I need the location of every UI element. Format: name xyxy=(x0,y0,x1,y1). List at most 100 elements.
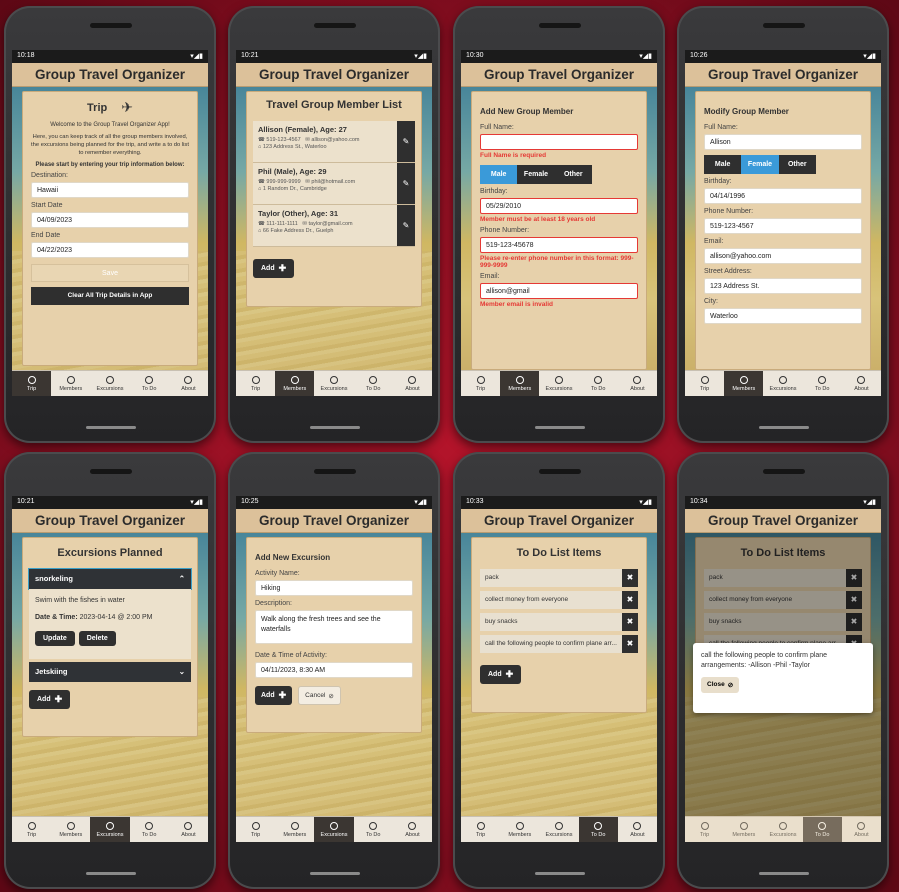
start-date-label: Start Date xyxy=(31,202,63,210)
app-title: Group Travel Organizer xyxy=(236,63,432,87)
gender-male[interactable]: Male xyxy=(704,155,742,174)
edit-member-button[interactable]: ✎ xyxy=(397,121,415,162)
gender-other[interactable]: Other xyxy=(554,165,592,184)
tab-trip[interactable]: Trip xyxy=(236,817,275,842)
excursion-header[interactable]: Jetskiing ⌄ xyxy=(29,662,191,682)
todo-icon xyxy=(145,821,154,830)
delete-button[interactable]: Delete xyxy=(78,631,116,646)
cancel-button[interactable]: Cancel ⊘ xyxy=(298,686,341,705)
add-todo-button[interactable]: Add ✚ xyxy=(480,665,522,684)
page-title: Trip xyxy=(87,101,108,114)
street-input[interactable]: 123 Address St. xyxy=(704,278,862,294)
add-member-button[interactable]: Add ✚ xyxy=(253,259,295,278)
tab-members[interactable]: Members xyxy=(724,817,763,842)
background: To Do List Items pack ✖ collect money fro… xyxy=(461,533,657,816)
tab-excursions[interactable]: Excursions xyxy=(90,371,129,396)
tab-todo[interactable]: To Do xyxy=(130,817,169,842)
tab-excursions[interactable]: Excursions xyxy=(539,371,578,396)
tab-members[interactable]: Members xyxy=(724,371,764,396)
add-excursion-button[interactable]: Add ✚ xyxy=(29,690,71,709)
tab-about[interactable]: About xyxy=(393,817,432,842)
tab-todo[interactable]: To Do xyxy=(354,371,393,396)
tab-label: Members xyxy=(59,385,83,392)
tab-label: Excursions xyxy=(545,385,573,392)
tab-about[interactable]: About xyxy=(169,817,208,842)
tab-members[interactable]: Members xyxy=(275,817,314,842)
email-input[interactable]: allison@gmail xyxy=(480,283,638,299)
tab-members[interactable]: Members xyxy=(500,371,540,396)
screen: 10:21 ▾◢▮ Group Travel Organizer Travel G… xyxy=(236,50,432,396)
birthday-input[interactable]: 04/14/1996 xyxy=(704,188,862,204)
tab-trip[interactable]: Trip xyxy=(685,817,724,842)
city-input[interactable]: Waterloo xyxy=(704,308,862,324)
tab-todo[interactable]: To Do xyxy=(354,817,393,842)
delete-todo-button[interactable]: ✖ xyxy=(622,613,638,631)
tab-about[interactable]: About xyxy=(842,817,881,842)
gender-female[interactable]: Female xyxy=(517,165,555,184)
clock: 10:21 xyxy=(241,52,259,59)
todo-item[interactable]: call the following people to confirm pla… xyxy=(480,635,638,653)
tab-excursions[interactable]: Excursions xyxy=(763,371,802,396)
tab-excursions[interactable]: Excursions xyxy=(314,817,354,842)
gender-other[interactable]: Other xyxy=(778,155,816,174)
fullname-input[interactable] xyxy=(480,134,638,150)
tab-about[interactable]: About xyxy=(842,371,881,396)
tab-about[interactable]: About xyxy=(169,371,208,396)
plus-icon: ✚ xyxy=(278,263,287,273)
tab-trip[interactable]: Trip xyxy=(236,371,275,396)
tab-excursions[interactable]: Excursions xyxy=(763,817,802,842)
update-button[interactable]: Update xyxy=(35,631,75,646)
edit-member-button[interactable]: ✎ xyxy=(397,163,415,204)
delete-todo-button[interactable]: ✖ xyxy=(622,635,638,653)
save-button[interactable]: Save xyxy=(31,264,189,283)
tab-trip[interactable]: Trip xyxy=(12,817,51,842)
edit-member-button[interactable]: ✎ xyxy=(397,205,415,246)
tab-excursions[interactable]: Excursions xyxy=(314,371,353,396)
tab-todo[interactable]: To Do xyxy=(803,371,842,396)
birthday-input[interactable]: 05/29/2010 xyxy=(480,198,638,214)
close-button[interactable]: Close ⊘ xyxy=(701,676,740,693)
tab-todo[interactable]: To Do xyxy=(130,371,169,396)
phone-input[interactable]: 519-123-4567 xyxy=(704,218,862,234)
delete-todo-button[interactable]: ✖ xyxy=(622,591,638,609)
intro-text: Here, you can keep track of all the grou… xyxy=(31,134,189,156)
tab-label: Members xyxy=(283,385,307,392)
tab-trip[interactable]: Trip xyxy=(12,371,52,396)
tab-about[interactable]: About xyxy=(393,371,432,396)
tab-about[interactable]: About xyxy=(618,817,657,842)
destination-input[interactable]: Hawaii xyxy=(31,182,189,199)
gender-female[interactable]: Female xyxy=(741,155,779,174)
tab-members[interactable]: Members xyxy=(51,371,90,396)
tab-excursions[interactable]: Excursions xyxy=(90,817,130,842)
tab-trip[interactable]: Trip xyxy=(461,817,500,842)
tab-label: Members xyxy=(59,831,83,838)
end-date-input[interactable]: 04/22/2023 xyxy=(31,242,189,259)
excursion-header[interactable]: snorkeling ⌃ xyxy=(29,569,191,589)
add-button[interactable]: Add ✚ xyxy=(255,686,293,705)
delete-todo-button[interactable]: ✖ xyxy=(622,569,638,587)
email-input[interactable]: allison@yahoo.com xyxy=(704,248,862,264)
excursions-icon xyxy=(330,821,338,830)
start-date-input[interactable]: 04/09/2023 xyxy=(31,212,189,229)
tab-trip[interactable]: Trip xyxy=(685,371,724,396)
tab-todo[interactable]: To Do xyxy=(578,817,618,842)
status-bar: 10:25 ▾◢▮ xyxy=(236,496,432,509)
tab-excursions[interactable]: Excursions xyxy=(539,817,578,842)
activity-input[interactable]: Hiking xyxy=(255,580,413,596)
clear-trip-button[interactable]: Clear All Trip Details in App xyxy=(31,287,189,306)
tab-label: Trip xyxy=(699,831,710,838)
datetime-input[interactable]: 04/11/2023, 8:30 AM xyxy=(255,662,413,678)
tab-members[interactable]: Members xyxy=(51,817,90,842)
tab-members[interactable]: Members xyxy=(275,371,315,396)
tab-about[interactable]: About xyxy=(618,371,657,396)
description-input[interactable]: Walk along the fresh trees and see the w… xyxy=(255,610,413,644)
fullname-input[interactable]: Allison xyxy=(704,134,862,150)
tab-members[interactable]: Members xyxy=(500,817,539,842)
tab-todo[interactable]: To Do xyxy=(579,371,618,396)
gender-male[interactable]: Male xyxy=(480,165,518,184)
tab-todo[interactable]: To Do xyxy=(802,817,842,842)
close-icon: ⊘ xyxy=(727,681,734,689)
tab-trip[interactable]: Trip xyxy=(461,371,500,396)
phone-input[interactable]: 519-123-45678 xyxy=(480,237,638,253)
speaker xyxy=(314,23,356,28)
